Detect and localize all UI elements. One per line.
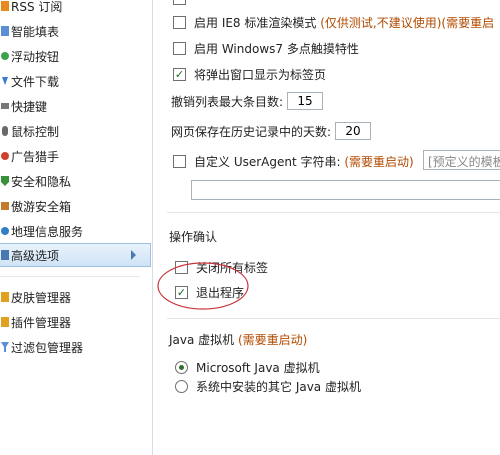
confirm-section-title: 操作确认 xyxy=(169,230,218,244)
mouse-icon xyxy=(1,124,9,138)
ie8-mode-note: (仅供测试,不建议使用)(需要重启 xyxy=(320,16,495,30)
chevron-right-icon xyxy=(131,250,136,260)
ua-template-select[interactable]: [预定义的模板 xyxy=(423,150,500,170)
microsoft-java-radio[interactable] xyxy=(175,361,188,374)
form-fill-icon xyxy=(1,24,9,38)
rss-icon xyxy=(1,0,9,13)
java-option-microsoft: Microsoft Java 虚拟机 xyxy=(175,359,320,376)
settings-panel: 启用 IE8 标准渲染模式 (仅供测试,不建议使用)(需要重启 启用 Windo… xyxy=(153,0,500,455)
sidebar-item-label: RSS 订阅 xyxy=(11,0,63,14)
java-option-label: 系统中安装的其它 Java 虚拟机 xyxy=(196,380,361,394)
checkbox[interactable] xyxy=(173,0,186,5)
java-title: Java 虚拟机 xyxy=(169,333,235,347)
custom-ua-note: (需要重启动) xyxy=(344,155,414,169)
sidebar-item-label: 鼠标控制 xyxy=(11,124,60,139)
sidebar-item-rss[interactable]: RSS 订阅 xyxy=(0,0,140,18)
sidebar-item-skins[interactable]: 皮肤管理器 xyxy=(0,285,140,309)
sidebar-divider xyxy=(0,276,140,277)
sidebar-item-label: 地理信息服务 xyxy=(11,224,84,239)
sidebar-item-security[interactable]: 安全和隐私 xyxy=(0,169,140,193)
skin-icon xyxy=(1,290,9,304)
win7-touch-label: 启用 Windows7 多点触摸特性 xyxy=(194,42,359,56)
custom-ua-checkbox[interactable] xyxy=(173,155,186,168)
float-button-icon xyxy=(1,49,9,63)
ua-string-input[interactable] xyxy=(191,180,500,200)
ie8-mode-checkbox[interactable] xyxy=(173,16,186,29)
download-icon xyxy=(1,74,9,88)
sidebar-item-label: 智能填表 xyxy=(11,24,60,39)
popup-as-tab-checkbox[interactable]: ✓ xyxy=(173,68,186,81)
safe-box-icon xyxy=(1,199,9,213)
popup-as-tab-option: ✓ 将弹出窗口显示为标签页 xyxy=(173,66,326,83)
sidebar-item-label: 快捷键 xyxy=(11,99,48,114)
history-days-input[interactable] xyxy=(335,122,372,140)
ie8-mode-label: 启用 IE8 标准渲染模式 xyxy=(194,16,317,30)
sidebar-item-label: 高级选项 xyxy=(11,248,60,263)
java-section-title: Java 虚拟机 (需要重启动) xyxy=(169,331,307,348)
java-option-other: 系统中安装的其它 Java 虚拟机 xyxy=(175,378,361,395)
globe-icon xyxy=(1,224,9,238)
sidebar-item-shortcuts[interactable]: 快捷键 xyxy=(0,94,140,118)
sidebar-item-label: 浮动按钮 xyxy=(11,49,60,64)
sidebar-item-label: 安全和隐私 xyxy=(11,174,72,189)
sidebar-item-label: 广告猎手 xyxy=(11,149,60,164)
section-divider xyxy=(167,318,500,319)
undo-list-option: 撤销列表最大条目数: xyxy=(171,92,324,110)
sidebar-item-download[interactable]: 文件下载 xyxy=(0,69,140,93)
highlight-circle xyxy=(157,262,249,310)
sidebar-item-form-fill[interactable]: 智能填表 xyxy=(0,19,140,43)
sidebar-item-mouse[interactable]: 鼠标控制 xyxy=(0,119,140,143)
sidebar-item-label: 过滤包管理器 xyxy=(11,340,84,355)
sidebar-item-float-button[interactable]: 浮动按钮 xyxy=(0,44,140,68)
sidebar-item-geo[interactable]: 地理信息服务 xyxy=(0,219,140,243)
cut-off-option xyxy=(173,0,194,6)
ad-hunter-icon xyxy=(1,149,9,163)
win7-touch-checkbox[interactable] xyxy=(173,42,186,55)
sidebar-item-label: 皮肤管理器 xyxy=(11,290,72,305)
sidebar-item-advanced[interactable]: 高级选项 xyxy=(0,243,151,267)
plugin-icon xyxy=(1,315,9,329)
custom-ua-label: 自定义 UserAgent 字符串: xyxy=(194,155,341,169)
shield-icon xyxy=(1,174,9,188)
keyboard-icon xyxy=(1,99,9,113)
sidebar-item-plugins[interactable]: 插件管理器 xyxy=(0,310,140,334)
java-note: (需要重启动) xyxy=(238,333,308,347)
sidebar: RSS 订阅 智能填表 浮动按钮 文件下载 快捷键 鼠标控制 广告猎手 安全和隐… xyxy=(0,0,153,455)
other-java-radio[interactable] xyxy=(175,380,188,393)
sidebar-item-ad-hunter[interactable]: 广告猎手 xyxy=(0,144,140,168)
sidebar-item-label: 文件下载 xyxy=(11,74,60,89)
advanced-icon xyxy=(1,248,9,262)
java-option-label: Microsoft Java 虚拟机 xyxy=(196,361,320,375)
history-days-label: 网页保存在历史记录中的天数: xyxy=(171,124,332,139)
sidebar-item-safe-box[interactable]: 傲游安全箱 xyxy=(0,194,140,218)
filter-icon xyxy=(1,340,9,354)
custom-ua-option: 自定义 UserAgent 字符串: (需要重启动) xyxy=(173,153,414,170)
popup-as-tab-label: 将弹出窗口显示为标签页 xyxy=(194,68,327,82)
sidebar-item-filters[interactable]: 过滤包管理器 xyxy=(0,335,140,359)
undo-list-input[interactable] xyxy=(287,92,324,110)
undo-list-label: 撤销列表最大条目数: xyxy=(171,94,284,109)
sidebar-item-label: 傲游安全箱 xyxy=(11,199,72,214)
section-divider xyxy=(167,212,500,213)
sidebar-item-label: 插件管理器 xyxy=(11,315,72,330)
ie8-mode-option: 启用 IE8 标准渲染模式 (仅供测试,不建议使用)(需要重启 xyxy=(173,14,494,31)
history-days-option: 网页保存在历史记录中的天数: xyxy=(171,122,372,140)
win7-touch-option: 启用 Windows7 多点触摸特性 xyxy=(173,40,359,57)
